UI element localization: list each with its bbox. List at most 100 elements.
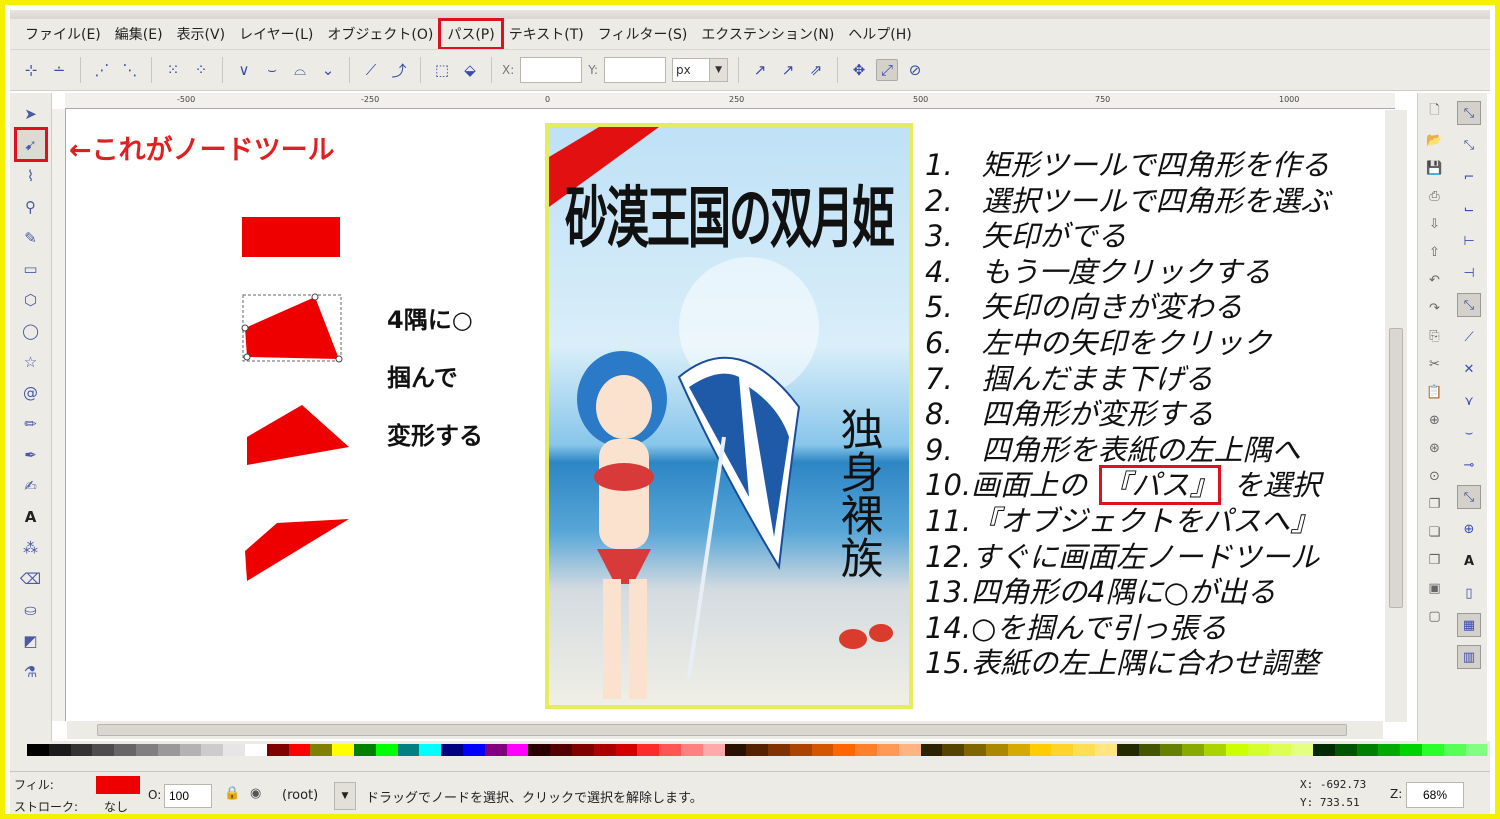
dropper-tool-icon[interactable]: ⚗ [17,657,45,686]
rectangle-tool-icon[interactable]: ▭ [17,254,45,283]
menu-file[interactable]: ファイル(E) [18,20,108,48]
undo-icon[interactable]: ↶ [1424,269,1446,291]
snap-cusp-icon[interactable]: ⋎ [1457,389,1481,413]
snap-enable-icon[interactable]: ⤡ [1457,101,1481,125]
show-handles-icon[interactable]: ⤢ [876,59,899,81]
redo-icon[interactable]: ↷ [1424,297,1446,319]
drawing-canvas[interactable]: ←これがノードツール 4隅に○ 掴んで 変形する 砂漠王国の双月姫 独身裸族 1… [67,110,1383,722]
menu-extensions[interactable]: エクステンション(N) [694,20,841,48]
snap-grid-icon[interactable]: ▦ [1457,613,1481,637]
transform-handles-icon[interactable]: ✥ [848,59,870,81]
import-icon[interactable]: ⇩ [1424,213,1446,235]
mask-icon[interactable]: ⇗ [805,59,827,81]
opacity-field[interactable] [164,784,212,808]
menu-filters[interactable]: フィルター(S) [591,20,695,48]
auto-smooth-node-icon[interactable]: ⌄ [317,59,339,81]
join-nodes-icon[interactable]: ⋰ [91,59,113,81]
zoom-field[interactable] [1406,782,1464,808]
spiral-tool-icon[interactable]: @ [17,378,45,407]
object-to-path-icon[interactable]: ⬚ [431,59,453,81]
scrollbar-thumb[interactable] [97,724,1347,736]
zoom-page-icon[interactable]: ⊙ [1424,465,1446,487]
bucket-tool-icon[interactable]: ⛀ [17,595,45,624]
menu-layer[interactable]: レイヤー(L) [232,20,320,48]
layer-dropdown[interactable]: ▼ [334,782,356,810]
color-palette[interactable] [27,744,1488,756]
paste-icon[interactable]: 📋 [1424,381,1446,403]
clone-icon[interactable]: ❏ [1424,521,1446,543]
horizontal-scrollbar[interactable] [67,721,1383,739]
duplicate-icon[interactable]: ❐ [1424,493,1446,515]
fill-swatch[interactable] [96,776,140,794]
x-coordinate-field[interactable] [520,57,583,83]
menu-object[interactable]: オブジェクト(O) [320,20,440,48]
ungroup-icon[interactable]: ▢ [1424,605,1446,627]
smooth-node-icon[interactable]: ⌣ [261,59,283,81]
spray-tool-icon[interactable]: ⁂ [17,533,45,562]
star-tool-icon[interactable]: ☆ [17,347,45,376]
snap-bbox-midpoint-icon[interactable]: ⊢ [1457,229,1481,253]
pen-tool-icon[interactable]: ✒ [17,440,45,469]
delete-segment-icon[interactable]: ⁘ [190,59,212,81]
snap-guide-icon[interactable]: ▥ [1457,645,1481,669]
snap-bbox-edge-icon[interactable]: ⌐ [1457,165,1481,189]
snap-bbox-corner-icon[interactable]: ⌙ [1457,197,1481,221]
menu-path[interactable]: パス(P) [438,18,504,50]
symmetric-node-icon[interactable]: ⌓ [289,59,311,81]
segment-curve-icon[interactable]: ⤴ [388,59,410,81]
pencil-tool-icon[interactable]: ✏ [17,409,45,438]
cut-icon[interactable]: ✂ [1424,353,1446,375]
insert-node-icon[interactable]: ⊹ [20,59,42,81]
delete-node-icon[interactable]: ∸ [48,59,70,81]
snap-text-baseline-icon[interactable]: A [1457,549,1481,573]
calligraphy-tool-icon[interactable]: ✍ [17,471,45,500]
menu-text[interactable]: テキスト(T) [502,20,591,48]
ellipse-tool-icon[interactable]: ◯ [17,316,45,345]
clip-path-icon[interactable]: ↗ [777,59,799,81]
segment-line-icon[interactable]: ⟋ [360,59,382,81]
menu-help[interactable]: ヘルプ(H) [841,20,918,48]
join-segment-icon[interactable]: ⁙ [162,59,184,81]
snap-object-center-icon[interactable]: ⤡ [1457,485,1481,509]
snap-midpoint-icon[interactable]: ⊸ [1457,453,1481,477]
gradient-tool-icon[interactable]: ◩ [17,626,45,655]
snap-path-icon[interactable]: ⟋ [1457,325,1481,349]
selector-tool-icon[interactable]: ➤ [17,99,45,128]
unlink-clone-icon[interactable]: ❒ [1424,549,1446,571]
stroke-to-path-icon[interactable]: ⬙ [459,59,481,81]
snap-rotation-center-icon[interactable]: ⊕ [1457,517,1481,541]
snap-path-intersection-icon[interactable]: ✕ [1457,357,1481,381]
measure-tool-icon[interactable]: ✎ [17,223,45,252]
tweak-tool-icon[interactable]: ⌇ [17,161,45,190]
snap-bbox-center-icon[interactable]: ⊣ [1457,261,1481,285]
group-icon[interactable]: ▣ [1424,577,1446,599]
break-path-icon[interactable]: ⋱ [119,59,141,81]
text-tool-icon[interactable]: A [17,502,45,531]
visibility-icon[interactable]: ◉ [250,786,261,801]
unit-select[interactable]: px ▼ [672,58,729,82]
snap-page-border-icon[interactable]: ▯ [1457,581,1481,605]
3d-box-tool-icon[interactable]: ⬡ [17,285,45,314]
print-icon[interactable]: ⎙ [1424,185,1446,207]
save-icon[interactable]: 💾 [1424,157,1446,179]
zoom-tool-icon[interactable]: ⚲ [17,192,45,221]
y-coordinate-field[interactable] [604,57,667,83]
zoom-drawing-icon[interactable]: ⊛ [1424,437,1446,459]
menu-edit[interactable]: 編集(E) [108,20,170,48]
stroke-value[interactable]: なし [104,798,128,814]
menu-view[interactable]: 表示(V) [170,20,233,48]
snap-nodes-icon[interactable]: ⤡ [1457,293,1481,317]
copy-icon[interactable]: ⎘ [1424,325,1446,347]
snap-bbox-icon[interactable]: ⤡ [1457,133,1481,157]
cusp-node-icon[interactable]: ∨ [233,59,255,81]
scrollbar-thumb[interactable] [1389,328,1403,608]
next-path-effect-icon[interactable]: ↗ [749,59,771,81]
export-icon[interactable]: ⇧ [1424,241,1446,263]
open-icon[interactable]: 📂 [1424,129,1446,151]
vertical-scrollbar[interactable] [1385,110,1407,722]
lock-icon[interactable]: 🔒 [224,786,240,801]
new-document-icon[interactable]: 🗋 [1424,101,1446,123]
eraser-tool-icon[interactable]: ⌫ [17,564,45,593]
node-tool-icon[interactable]: ➹ [13,127,48,162]
snap-smooth-icon[interactable]: ⌣ [1457,421,1481,445]
